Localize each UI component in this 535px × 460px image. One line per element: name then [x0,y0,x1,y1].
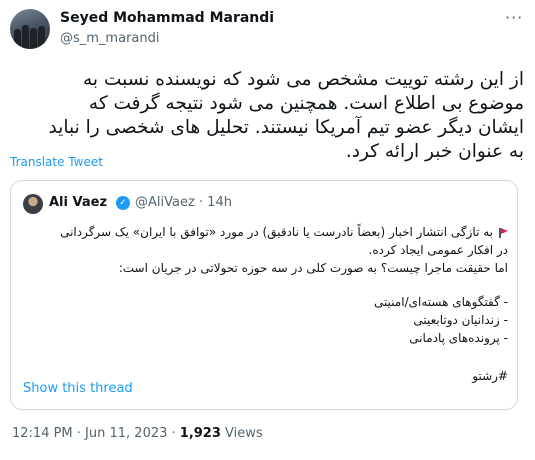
views-label: Views [220,426,263,441]
timestamp[interactable]: 12:14 PM · Jun 11, 2023 · [12,426,180,441]
quoted-tweet[interactable]: Ali Vaez ✓ @AliVaez · 14h به تازگی انتشا… [10,180,518,410]
show-this-thread-link[interactable]: Show this thread [23,381,133,396]
tweet-meta: 12:14 PM · Jun 11, 2023 · 1,923 Views [12,426,263,441]
translate-tweet-link[interactable]: Translate Tweet [10,155,103,169]
quote-line: در افکار عمومی ایجاد کرده. [368,243,508,257]
tweet-text: از این رشته توییت مشخص می شود که نویسنده… [12,68,524,164]
red-flag-icon [499,227,508,238]
more-options-icon[interactable]: ··· [505,8,523,27]
tweet-line: موضوع بی اطلاع است. همچنین می شود نتیجه … [88,93,524,114]
verified-badge-icon: ✓ [116,196,130,210]
quoted-tweet-text: به تازگی انتشار اخبار (بعضاً نادرست یا ن… [25,223,508,385]
author-handle[interactable]: @s_m_marandi [60,31,159,46]
author-name[interactable]: Seyed Mohammad Marandi [60,10,274,26]
quote-line: - زندانیان دوتابعیتی [413,313,508,327]
quote-line: اما حقیقت ماجرا چیست؟ به صورت کلی در سه … [118,261,508,275]
views-count: 1,923 [179,426,221,441]
author-avatar[interactable] [10,9,50,49]
quote-line: - پرونده‌های پادمانی [409,331,508,345]
tweet-line: از این رشته توییت مشخص می شود که نویسنده… [83,69,524,90]
quoted-author-handle-time[interactable]: @AliVaez · 14h [135,195,232,210]
quoted-author-avatar[interactable] [23,194,43,214]
tweet-line: ایشان دیگر عضو تیم آمریکا نیستند. تحلیل … [48,117,524,138]
quote-line: - گفتگوهای هسته‌ای/امنیتی [373,295,508,309]
quoted-author-name[interactable]: Ali Vaez [49,195,107,210]
quote-line: به تازگی انتشار اخبار (بعضاً نادرست یا ن… [60,225,493,239]
